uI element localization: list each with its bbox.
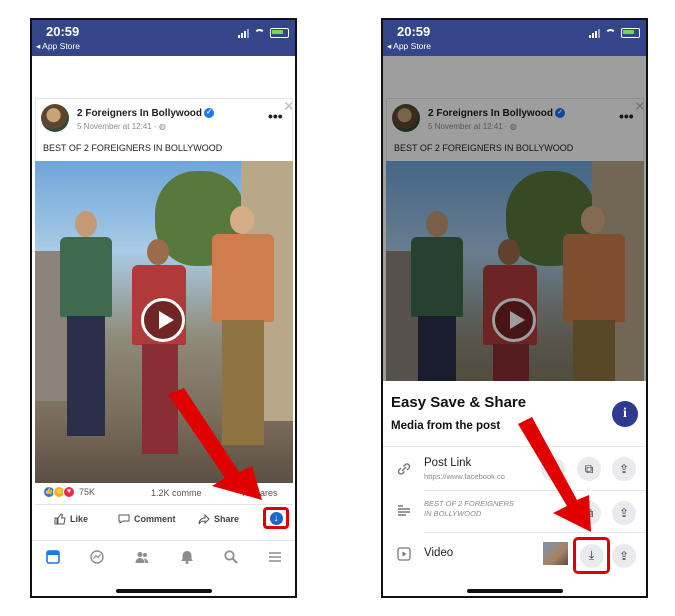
red-arrow-1 <box>168 388 262 500</box>
red-arrow-2 <box>518 417 591 532</box>
annotation-arrows <box>168 388 591 532</box>
